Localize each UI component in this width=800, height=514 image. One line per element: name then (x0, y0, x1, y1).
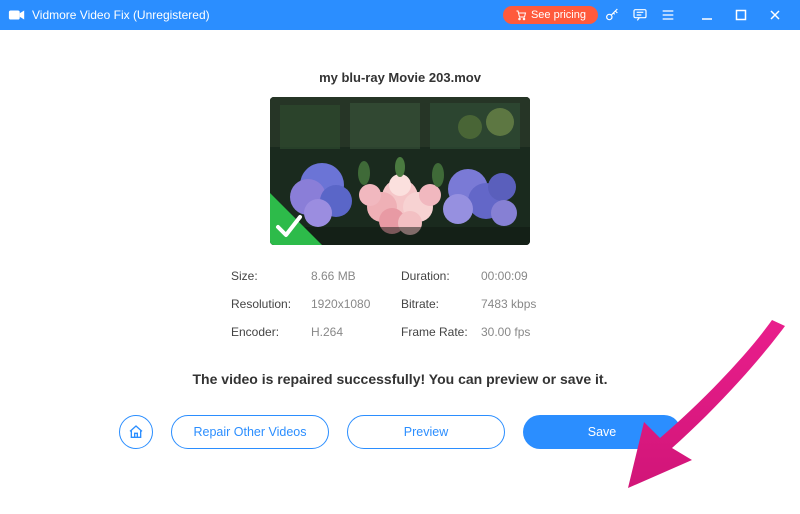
home-button[interactable] (119, 415, 153, 449)
key-icon[interactable] (598, 1, 626, 29)
repair-other-button[interactable]: Repair Other Videos (171, 415, 329, 449)
resolution-value: 1920x1080 (311, 291, 399, 317)
window-controls (690, 1, 792, 29)
app-title: Vidmore Video Fix (Unregistered) (32, 8, 210, 22)
bitrate-label: Bitrate: (401, 291, 479, 317)
filename-text: my blu-ray Movie 203.mov (319, 70, 481, 85)
encoder-label: Encoder: (231, 319, 309, 345)
minimize-button[interactable] (690, 1, 724, 29)
framerate-value: 30.00 fps (481, 319, 569, 345)
size-label: Size: (231, 263, 309, 289)
metadata-table: Size: 8.66 MB Duration: 00:00:09 Resolut… (229, 261, 571, 347)
table-row: Encoder: H.264 Frame Rate: 30.00 fps (231, 319, 569, 345)
bottom-bar: Repair Other Videos Preview Save (119, 415, 681, 449)
table-row: Resolution: 1920x1080 Bitrate: 7483 kbps (231, 291, 569, 317)
preview-button[interactable]: Preview (347, 415, 505, 449)
save-button[interactable]: Save (523, 415, 681, 449)
home-icon (128, 424, 144, 440)
menu-icon[interactable] (654, 1, 682, 29)
success-check-icon (270, 193, 322, 245)
bitrate-value: 7483 kbps (481, 291, 569, 317)
app-logo-icon (8, 8, 26, 22)
preview-label: Preview (404, 425, 448, 439)
encoder-value: H.264 (311, 319, 399, 345)
titlebar-left: Vidmore Video Fix (Unregistered) (8, 8, 210, 22)
main-content: my blu-ray Movie 203.mov (0, 30, 800, 514)
duration-label: Duration: (401, 263, 479, 289)
framerate-label: Frame Rate: (401, 319, 479, 345)
duration-value: 00:00:09 (481, 263, 569, 289)
close-button[interactable] (758, 1, 792, 29)
video-thumbnail[interactable] (270, 97, 530, 245)
feedback-icon[interactable] (626, 1, 654, 29)
titlebar: Vidmore Video Fix (Unregistered) See pri… (0, 0, 800, 30)
see-pricing-label: See pricing (531, 9, 586, 21)
maximize-button[interactable] (724, 1, 758, 29)
repair-other-label: Repair Other Videos (193, 425, 306, 439)
save-label: Save (588, 425, 617, 439)
table-row: Size: 8.66 MB Duration: 00:00:09 (231, 263, 569, 289)
success-message: The video is repaired successfully! You … (193, 371, 608, 387)
cart-icon (515, 9, 527, 21)
see-pricing-button[interactable]: See pricing (503, 6, 598, 24)
resolution-label: Resolution: (231, 291, 309, 317)
size-value: 8.66 MB (311, 263, 399, 289)
